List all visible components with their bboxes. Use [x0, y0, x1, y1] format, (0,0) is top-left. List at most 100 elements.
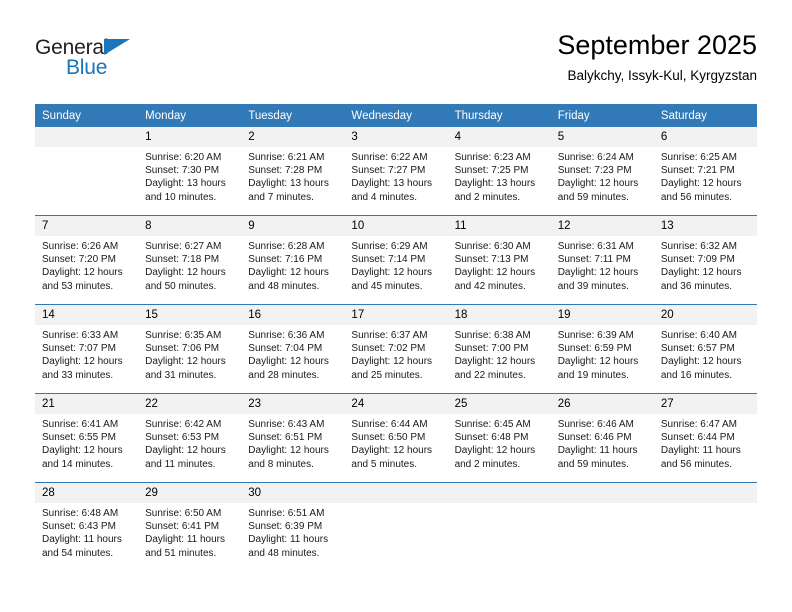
calendar-day-cell[interactable]: 11 Sunrise: 6:30 AM Sunset: 7:13 PM Dayligh…	[447, 215, 551, 305]
day-detail-line: and 59 minutes.	[557, 191, 629, 203]
day-detail-line: Sunrise: 6:44 AM	[351, 419, 428, 430]
calendar-cell-empty	[447, 482, 551, 571]
day-details: Sunrise: 6:29 AM Sunset: 7:14 PM Daylight:…	[344, 236, 447, 293]
day-detail-line: Daylight: 13 hours	[145, 178, 226, 190]
calendar-day-cell[interactable]: 26 Sunrise: 6:46 AM Sunset: 6:46 PM Dayligh…	[550, 393, 654, 483]
calendar-day-cell[interactable]: 22 Sunrise: 6:42 AM Sunset: 6:53 PM Dayligh…	[138, 393, 242, 483]
day-details: Sunrise: 6:38 AM Sunset: 7:00 PM Daylight:…	[448, 325, 551, 382]
day-detail-line: and 7 minutes.	[248, 191, 314, 203]
day-detail-line: and 28 minutes.	[248, 369, 320, 381]
calendar-day-cell[interactable]: 4 Sunrise: 6:23 AM Sunset: 7:25 PM Daylight…	[447, 127, 551, 216]
day-number: 30	[241, 483, 345, 503]
day-number: 23	[241, 394, 345, 414]
calendar-day-cell[interactable]: 2 Sunrise: 6:21 AM Sunset: 7:28 PM Daylight…	[241, 127, 345, 216]
day-number: 26	[550, 394, 654, 414]
day-detail-line: Sunset: 7:30 PM	[145, 165, 220, 177]
calendar-day-cell[interactable]: 20 Sunrise: 6:40 AM Sunset: 6:57 PM Dayligh…	[653, 304, 757, 394]
calendar-day-cell[interactable]: 29 Sunrise: 6:50 AM Sunset: 6:41 PM Dayligh…	[138, 482, 242, 571]
calendar-day-cell[interactable]: 9 Sunrise: 6:28 AM Sunset: 7:16 PM Daylight…	[241, 215, 345, 305]
calendar-week-row: 14 Sunrise: 6:33 AM Sunset: 7:07 PM Dayligh…	[35, 304, 757, 394]
calendar-day-cell[interactable]: 25 Sunrise: 6:45 AM Sunset: 6:48 PM Dayligh…	[447, 393, 551, 483]
day-detail-line: Sunrise: 6:28 AM	[248, 241, 325, 252]
day-number: 25	[447, 394, 551, 414]
day-detail-line: and 14 minutes.	[42, 458, 114, 470]
day-detail-line: Sunset: 7:06 PM	[145, 343, 220, 355]
calendar-day-cell[interactable]: 5 Sunrise: 6:24 AM Sunset: 7:23 PM Daylight…	[550, 127, 654, 216]
day-details: Sunrise: 6:24 AM Sunset: 7:23 PM Daylight:…	[551, 147, 654, 204]
day-detail-line: Sunrise: 6:20 AM	[145, 152, 222, 163]
day-detail-line: Daylight: 12 hours	[145, 356, 226, 368]
calendar-cell-empty	[653, 482, 757, 571]
day-details: Sunrise: 6:30 AM Sunset: 7:13 PM Daylight:…	[448, 236, 551, 293]
calendar-day-cell[interactable]: 27 Sunrise: 6:47 AM Sunset: 6:44 PM Dayligh…	[653, 393, 757, 483]
day-number: 9	[241, 216, 345, 236]
calendar-page: General Blue September 2025 Balykchy, Is…	[0, 0, 792, 612]
calendar-day-cell[interactable]: 14 Sunrise: 6:33 AM Sunset: 7:07 PM Dayligh…	[35, 304, 139, 394]
calendar-day-cell[interactable]: 19 Sunrise: 6:39 AM Sunset: 6:59 PM Dayligh…	[550, 304, 654, 394]
calendar-day-cell[interactable]: 17 Sunrise: 6:37 AM Sunset: 7:02 PM Dayligh…	[344, 304, 448, 394]
calendar-day-cell[interactable]: 3 Sunrise: 6:22 AM Sunset: 7:27 PM Daylight…	[344, 127, 448, 216]
calendar-cell-empty	[344, 482, 448, 571]
calendar-day-cell[interactable]: 21 Sunrise: 6:41 AM Sunset: 6:55 PM Dayligh…	[35, 393, 139, 483]
calendar-day-cell[interactable]: 24 Sunrise: 6:44 AM Sunset: 6:50 PM Dayligh…	[344, 393, 448, 483]
calendar-day-cell[interactable]: 18 Sunrise: 6:38 AM Sunset: 7:00 PM Dayligh…	[447, 304, 551, 394]
calendar-day-cell[interactable]: 6 Sunrise: 6:25 AM Sunset: 7:21 PM Daylight…	[653, 127, 757, 216]
calendar-week-row: 28 Sunrise: 6:48 AM Sunset: 6:43 PM Dayligh…	[35, 482, 757, 571]
title-block: September 2025 Balykchy, Issyk-Kul, Kyrg…	[557, 28, 757, 87]
day-details	[344, 503, 447, 507]
day-detail-line: and 36 minutes.	[660, 280, 733, 292]
day-details	[654, 503, 757, 507]
calendar-day-cell[interactable]: 12 Sunrise: 6:31 AM Sunset: 7:11 PM Dayligh…	[550, 215, 654, 305]
day-detail-line: Sunset: 7:21 PM	[660, 165, 735, 177]
calendar-day-cell[interactable]: 28 Sunrise: 6:48 AM Sunset: 6:43 PM Dayligh…	[35, 482, 139, 571]
day-detail-line: Daylight: 12 hours	[248, 445, 329, 457]
day-detail-line: Sunrise: 6:33 AM	[42, 330, 119, 341]
day-number: 29	[138, 483, 242, 503]
calendar-day-cell[interactable]: 8 Sunrise: 6:27 AM Sunset: 7:18 PM Daylight…	[138, 215, 242, 305]
day-detail-line: and 50 minutes.	[145, 280, 217, 292]
day-detail-line: Daylight: 12 hours	[557, 178, 639, 190]
day-detail-line: Sunset: 7:25 PM	[454, 165, 529, 177]
calendar-day-cell[interactable]: 7 Sunrise: 6:26 AM Sunset: 7:20 PM Daylight…	[35, 215, 139, 305]
day-detail-line: Sunrise: 6:48 AM	[42, 508, 119, 519]
day-detail-line: Sunset: 7:11 PM	[557, 254, 631, 266]
day-detail-line: and 8 minutes.	[248, 458, 314, 470]
calendar-day-cell[interactable]: 15 Sunrise: 6:35 AM Sunset: 7:06 PM Dayligh…	[138, 304, 242, 394]
day-detail-line: Sunrise: 6:47 AM	[660, 419, 737, 430]
day-details: Sunrise: 6:36 AM Sunset: 7:04 PM Daylight:…	[241, 325, 344, 382]
calendar-day-cell[interactable]: 10 Sunrise: 6:29 AM Sunset: 7:14 PM Dayligh…	[344, 215, 448, 305]
day-number	[653, 483, 757, 503]
day-number: 28	[35, 483, 139, 503]
calendar-day-cell[interactable]: 1 Sunrise: 6:20 AM Sunset: 7:30 PM Daylight…	[138, 127, 242, 216]
day-details: Sunrise: 6:26 AM Sunset: 7:20 PM Daylight:…	[35, 236, 138, 293]
day-detail-line: and 45 minutes.	[351, 280, 423, 292]
day-detail-line: Sunrise: 6:43 AM	[248, 419, 325, 430]
day-detail-line: Daylight: 13 hours	[454, 178, 536, 190]
day-detail-line: Sunrise: 6:42 AM	[145, 419, 222, 430]
day-detail-line: Sunset: 6:53 PM	[145, 432, 220, 444]
day-details: Sunrise: 6:28 AM Sunset: 7:16 PM Daylight:…	[241, 236, 344, 293]
day-details: Sunrise: 6:45 AM Sunset: 6:48 PM Daylight:…	[448, 414, 551, 471]
weekday-header-sunday: Sunday	[35, 104, 139, 127]
day-number: 10	[344, 216, 448, 236]
calendar-day-cell[interactable]: 23 Sunrise: 6:43 AM Sunset: 6:51 PM Dayligh…	[241, 393, 345, 483]
day-number	[550, 483, 654, 503]
day-detail-line: Daylight: 12 hours	[660, 178, 742, 190]
day-detail-line: Daylight: 12 hours	[145, 445, 226, 457]
day-details: Sunrise: 6:47 AM Sunset: 6:44 PM Daylight:…	[654, 414, 757, 471]
calendar-cell-empty	[550, 482, 654, 571]
calendar-day-cell[interactable]: 16 Sunrise: 6:36 AM Sunset: 7:04 PM Dayligh…	[241, 304, 345, 394]
day-detail-line: and 51 minutes.	[145, 547, 217, 559]
calendar-day-cell[interactable]: 30 Sunrise: 6:51 AM Sunset: 6:39 PM Dayligh…	[241, 482, 345, 571]
day-detail-line: Sunrise: 6:32 AM	[660, 241, 737, 252]
weekday-header-saturday: Saturday	[653, 104, 757, 127]
day-detail-line: Daylight: 12 hours	[454, 445, 536, 457]
day-details: Sunrise: 6:25 AM Sunset: 7:21 PM Daylight:…	[654, 147, 757, 204]
day-detail-line: and 10 minutes.	[145, 191, 217, 203]
day-number	[344, 483, 448, 503]
day-detail-line: Sunset: 7:20 PM	[42, 254, 116, 266]
day-detail-line: and 54 minutes.	[42, 547, 114, 559]
day-detail-line: Sunset: 6:55 PM	[42, 432, 116, 444]
calendar-day-cell[interactable]: 13 Sunrise: 6:32 AM Sunset: 7:09 PM Dayligh…	[653, 215, 757, 305]
calendar-week-row: 21 Sunrise: 6:41 AM Sunset: 6:55 PM Dayligh…	[35, 393, 757, 483]
